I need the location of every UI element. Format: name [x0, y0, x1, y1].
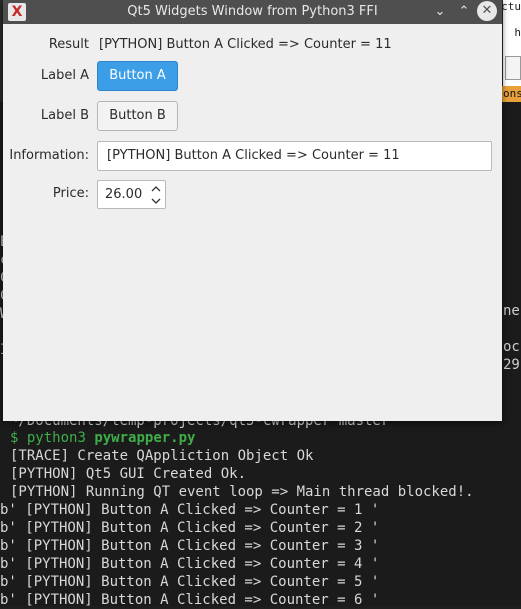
- button-b[interactable]: Button B: [97, 101, 178, 131]
- label-a: Label A: [40, 68, 89, 83]
- result-value: [PYTHON] Button A Clicked => Counter = 1…: [99, 37, 392, 52]
- minimize-icon[interactable]: ⌄: [429, 0, 451, 24]
- terminal-output-line: [PYTHON] Qt5 GUI Created Ok.: [10, 466, 247, 482]
- terminal-right-fragment: ne: [503, 303, 520, 319]
- terminal-output-line: b' [PYTHON] Button A Clicked => Counter …: [0, 592, 380, 608]
- window-title: Qt5 Widgets Window from Python3 FFI: [127, 4, 378, 19]
- button-a[interactable]: Button A: [97, 61, 178, 91]
- terminal-output-line: [PYTHON] Running QT event loop => Main t…: [10, 484, 474, 500]
- terminal-right-fragment: oc: [503, 339, 520, 355]
- terminal-output-line: b' [PYTHON] Button A Clicked => Counter …: [0, 502, 380, 518]
- background-text-fragment: ctu: [501, 0, 521, 13]
- terminal-output-line: [TRACE] Create QAppliction Object Ok: [10, 448, 314, 464]
- terminal-output-line: b' [PYTHON] Button A Clicked => Counter …: [0, 556, 380, 572]
- information-label: Information:: [9, 148, 89, 163]
- chevron-down-icon[interactable]: [150, 195, 162, 207]
- terminal-command-file: pywrapper.py: [94, 430, 196, 446]
- price-label: Price:: [52, 186, 89, 201]
- background-text-fragment: h: [514, 26, 521, 39]
- result-label: Result: [48, 37, 89, 52]
- terminal-prompt: $: [10, 430, 19, 446]
- terminal-right-fragment: 29: [503, 357, 520, 373]
- background-window-strip: ctu h: [501, 0, 521, 100]
- label-b: Label B: [40, 108, 89, 123]
- background-input-fragment: [505, 56, 521, 80]
- maximize-icon[interactable]: ⌃: [453, 0, 475, 24]
- terminal-command-line: $ python3 pywrapper.py: [10, 429, 195, 447]
- terminal-output-line: b' [PYTHON] Button A Clicked => Counter …: [0, 538, 380, 554]
- terminal-command: python3: [26, 430, 86, 446]
- window-titlebar[interactable]: X Qt5 Widgets Window from Python3 FFI ⌄ …: [3, 0, 502, 24]
- close-icon[interactable]: ✕: [477, 1, 497, 21]
- price-spinbox[interactable]: 26.00: [97, 180, 166, 209]
- information-field[interactable]: [PYTHON] Button A Clicked => Counter = 1…: [97, 141, 492, 171]
- terminal-output-line: b' [PYTHON] Button A Clicked => Counter …: [0, 574, 380, 590]
- qt-widgets-window: X Qt5 Widgets Window from Python3 FFI ⌄ …: [3, 0, 502, 421]
- price-value: 26.00: [105, 187, 143, 202]
- chevron-up-icon[interactable]: [150, 183, 162, 195]
- terminal-output-line: b' [PYTHON] Button A Clicked => Counter …: [0, 520, 380, 536]
